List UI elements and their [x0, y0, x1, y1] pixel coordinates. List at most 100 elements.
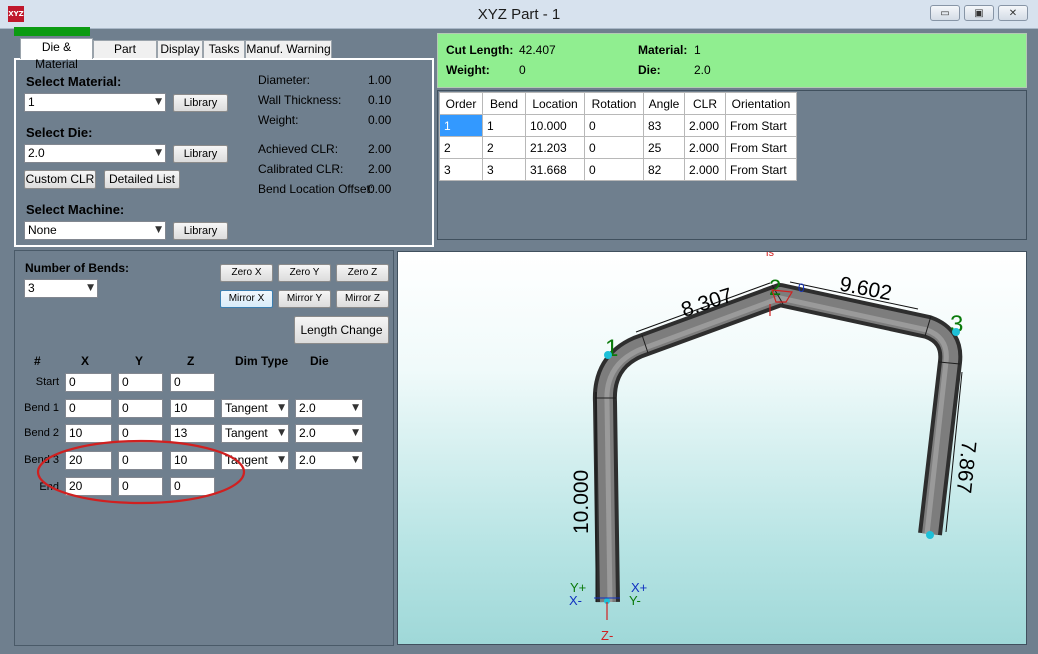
start-z-input[interactable]: 0	[170, 373, 215, 392]
select-die-label: Select Die:	[26, 125, 93, 140]
cut-length-label: Cut Length:	[446, 43, 514, 57]
machine-dropdown[interactable]: None ▼	[24, 221, 166, 240]
bend-table: Order Bend Location Rotation Angle CLR O…	[439, 92, 797, 181]
calibrated-clr-label: Calibrated CLR:	[258, 162, 344, 176]
detailed-list-button[interactable]: Detailed List	[104, 170, 180, 189]
mirror-z-button[interactable]: Mirror Z	[336, 290, 389, 308]
table-cell[interactable]: 83	[643, 114, 685, 137]
column-header-rotation[interactable]: Rotation	[584, 92, 644, 115]
table-cell[interactable]: 2	[439, 136, 483, 159]
wall-thickness-value: 0.10	[368, 93, 392, 107]
tab-manuf-warning[interactable]: Manuf. Warning	[245, 40, 332, 58]
maximize-button[interactable]: ▣	[964, 5, 994, 21]
chevron-down-icon: ▼	[352, 403, 359, 413]
title-bar: XYZ XYZ Part - 1 ▭ ▣ ✕	[0, 0, 1038, 29]
die-summary-value: 2.0	[694, 63, 711, 77]
bend-1-die-dropdown[interactable]: 2.0 ▼	[295, 399, 363, 418]
material-library-button[interactable]: Library	[173, 94, 228, 112]
table-cell[interactable]: From Start	[725, 158, 797, 181]
table-cell[interactable]: 10.000	[525, 114, 585, 137]
bend-2-die-value: 2.0	[299, 426, 316, 440]
mirror-y-button[interactable]: Mirror Y	[278, 290, 331, 308]
start-x-input[interactable]: 0	[65, 373, 112, 392]
axis-label: X-	[569, 593, 582, 608]
bend-point	[952, 328, 960, 336]
table-cell[interactable]: 3	[482, 158, 526, 181]
tab-part-details[interactable]: Part Details	[93, 40, 157, 73]
chevron-down-icon: ▼	[352, 428, 359, 438]
column-header-location[interactable]: Location	[525, 92, 585, 115]
column-header-hash: #	[34, 354, 41, 368]
zero-y-button[interactable]: Zero Y	[278, 264, 331, 282]
custom-clr-button[interactable]: Custom CLR	[24, 170, 96, 189]
chevron-down-icon: ▼	[278, 403, 285, 413]
table-row[interactable]: 2 2 21.203 0 25 2.000 From Start	[439, 136, 797, 159]
bend-1-y-input[interactable]: 0	[118, 399, 163, 418]
table-cell[interactable]: 2.000	[684, 136, 726, 159]
axis-label: is	[766, 252, 774, 259]
die-library-button[interactable]: Library	[173, 145, 228, 163]
column-header-x: X	[81, 354, 90, 368]
bend-3-die-dropdown[interactable]: 2.0 ▼	[295, 451, 363, 470]
table-cell[interactable]: From Start	[725, 136, 797, 159]
table-cell[interactable]: 0	[584, 158, 644, 181]
column-header-clr[interactable]: CLR	[684, 92, 726, 115]
table-cell[interactable]: 1	[482, 114, 526, 137]
table-cell[interactable]: 2.000	[684, 114, 726, 137]
bend-1-x-input[interactable]: 0	[65, 399, 112, 418]
chevron-down-icon: ▼	[155, 97, 162, 107]
select-material-label: Select Material:	[26, 74, 122, 89]
tab-display[interactable]: Display	[157, 40, 203, 58]
start-y-input[interactable]: 0	[118, 373, 163, 392]
material-dropdown[interactable]: 1 ▼	[24, 93, 166, 112]
number-of-bends-dropdown[interactable]: 3 ▼	[24, 279, 98, 298]
die-dropdown[interactable]: 2.0 ▼	[24, 144, 166, 163]
bend-1-z-input[interactable]: 10	[170, 399, 215, 418]
column-header-order[interactable]: Order	[439, 92, 483, 115]
table-cell[interactable]: 31.668	[525, 158, 585, 181]
zero-x-button[interactable]: Zero X	[220, 264, 273, 282]
table-cell[interactable]: 25	[643, 136, 685, 159]
bend-label: 2	[769, 275, 781, 300]
table-cell[interactable]: 0	[584, 136, 644, 159]
calibrated-clr-value: 2.00	[368, 162, 392, 176]
mirror-x-button[interactable]: Mirror X	[220, 290, 273, 308]
weight-value: 0.00	[368, 113, 392, 127]
material-summary-value: 1	[694, 43, 701, 57]
die-summary-label: Die:	[638, 63, 661, 77]
table-cell[interactable]: 2.000	[684, 158, 726, 181]
column-header-y: Y	[135, 354, 144, 368]
machine-library-button[interactable]: Library	[173, 222, 228, 240]
column-header-angle[interactable]: Angle	[643, 92, 685, 115]
table-cell[interactable]: 21.203	[525, 136, 585, 159]
table-cell[interactable]: 82	[643, 158, 685, 181]
table-row[interactable]: 3 3 31.668 0 82 2.000 From Start	[439, 158, 797, 181]
table-cell[interactable]: From Start	[725, 114, 797, 137]
chevron-down-icon: ▼	[278, 455, 285, 465]
chevron-down-icon: ▼	[155, 148, 162, 158]
table-cell[interactable]: 2	[482, 136, 526, 159]
bend-1-dim-type-dropdown[interactable]: Tangent ▼	[221, 399, 289, 418]
close-button[interactable]: ✕	[998, 5, 1028, 21]
zero-z-button[interactable]: Zero Z	[336, 264, 389, 282]
minimize-button[interactable]: ▭	[930, 5, 960, 21]
tube-3d-render[interactable]: 8.307 9.602 7.867 10.000 1 2 3 0 is Y+ X…	[398, 252, 1027, 645]
weight-summary-value: 0	[519, 63, 526, 77]
weight-label: Weight:	[258, 113, 299, 127]
length-change-button[interactable]: Length Change	[294, 316, 389, 344]
column-header-bend[interactable]: Bend	[482, 92, 526, 115]
column-header-orientation[interactable]: Orientation	[725, 92, 797, 115]
table-cell[interactable]: 1	[439, 114, 483, 137]
bend-point	[604, 351, 612, 359]
tab-tasks[interactable]: Tasks	[203, 40, 245, 58]
tab-die-material[interactable]: Die & Material	[20, 38, 93, 71]
bend-location-offset-label: Bend Location Offset:	[258, 182, 374, 196]
table-cell[interactable]: 0	[584, 114, 644, 137]
column-header-z: Z	[187, 354, 195, 368]
bend-2-die-dropdown[interactable]: 2.0 ▼	[295, 424, 363, 443]
table-row[interactable]: 1 1 10.000 0 83 2.000 From Start	[439, 114, 797, 137]
table-header-row: Order Bend Location Rotation Angle CLR O…	[439, 92, 797, 115]
3d-viewport[interactable]: 8.307 9.602 7.867 10.000 1 2 3 0 is Y+ X…	[397, 251, 1027, 645]
table-cell[interactable]: 3	[439, 158, 483, 181]
summary-panel: Cut Length: 42.407 Weight: 0 Material: 1…	[437, 33, 1027, 88]
